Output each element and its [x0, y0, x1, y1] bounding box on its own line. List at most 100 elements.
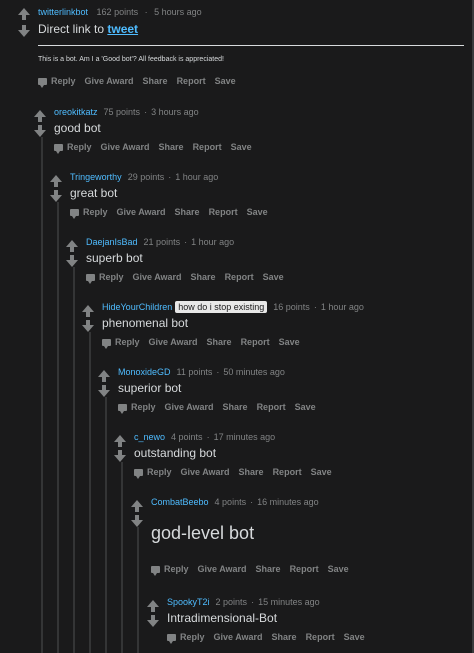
username[interactable]: oreokitkatz	[54, 107, 98, 117]
timestamp[interactable]: 5 hours ago	[154, 7, 202, 17]
upvote-stem	[118, 442, 122, 447]
points: 162 points	[96, 7, 139, 17]
timestamp[interactable]: 1 hour ago	[191, 237, 234, 247]
downvote-icon[interactable]	[114, 455, 126, 462]
username[interactable]: MonoxideGD	[118, 367, 171, 377]
report-button[interactable]: Report	[225, 272, 254, 282]
upvote-icon[interactable]	[34, 110, 46, 117]
tweet-link[interactable]: tweet	[107, 22, 138, 36]
upvote-icon[interactable]	[18, 8, 30, 15]
report-button[interactable]: Report	[241, 337, 270, 347]
reply-button[interactable]: Reply	[54, 142, 92, 154]
username[interactable]: twitterlinkbot	[38, 7, 88, 17]
save-button[interactable]: Save	[215, 76, 236, 86]
save-button[interactable]: Save	[328, 564, 349, 574]
upvote-icon[interactable]	[114, 435, 126, 442]
downvote-icon[interactable]	[147, 620, 159, 627]
reply-button[interactable]: Reply	[70, 207, 108, 219]
thread-line[interactable]	[41, 137, 43, 653]
report-button[interactable]: Report	[193, 142, 222, 152]
save-button[interactable]: Save	[311, 467, 332, 477]
report-button[interactable]: Report	[306, 632, 335, 642]
give-award-button[interactable]: Give Award	[117, 207, 166, 217]
share-button[interactable]: Share	[191, 272, 216, 282]
username[interactable]: CombatBeebo	[151, 497, 209, 507]
thread-line[interactable]	[105, 397, 107, 653]
reply-button[interactable]: Reply	[118, 402, 156, 414]
report-button[interactable]: Report	[177, 76, 206, 86]
separator: ·	[216, 367, 220, 377]
downvote-icon[interactable]	[66, 260, 78, 267]
save-button[interactable]: Save	[344, 632, 365, 642]
downvote-stem	[54, 190, 58, 195]
timestamp[interactable]: 16 minutes ago	[257, 497, 319, 507]
report-button[interactable]: Report	[273, 467, 302, 477]
reply-button[interactable]: Reply	[151, 564, 189, 576]
username[interactable]: c_newo	[134, 432, 165, 442]
give-award-button[interactable]: Give Award	[85, 76, 134, 86]
username[interactable]: Tringeworthy	[70, 172, 122, 182]
report-button[interactable]: Report	[209, 207, 238, 217]
downvote-icon[interactable]	[34, 130, 46, 137]
username[interactable]: SpookyT2i	[167, 597, 210, 607]
timestamp[interactable]: 1 hour ago	[321, 302, 364, 312]
give-award-button[interactable]: Give Award	[214, 632, 263, 642]
thread-line[interactable]	[121, 462, 123, 653]
reply-button[interactable]: Reply	[38, 76, 76, 88]
downvote-stem	[135, 515, 139, 520]
reply-button[interactable]: Reply	[167, 632, 205, 644]
give-award-button[interactable]: Give Award	[133, 272, 182, 282]
reply-button[interactable]: Reply	[86, 272, 124, 284]
share-button[interactable]: Share	[143, 76, 168, 86]
timestamp[interactable]: 17 minutes ago	[214, 432, 276, 442]
upvote-icon[interactable]	[66, 240, 78, 247]
share-button[interactable]: Share	[272, 632, 297, 642]
downvote-icon[interactable]	[131, 520, 143, 527]
timestamp[interactable]: 50 minutes ago	[223, 367, 285, 377]
report-button[interactable]: Report	[290, 564, 319, 574]
upvote-icon[interactable]	[82, 305, 94, 312]
reply-button[interactable]: Reply	[102, 337, 140, 349]
timestamp[interactable]: 1 hour ago	[175, 172, 218, 182]
upvote-icon[interactable]	[147, 600, 159, 607]
user-flair: how do i stop existing	[175, 301, 268, 313]
save-button[interactable]: Save	[295, 402, 316, 412]
downvote-icon[interactable]	[18, 30, 30, 37]
username[interactable]: HideYourChildren	[102, 302, 172, 312]
thread-line[interactable]	[73, 267, 75, 653]
save-button[interactable]: Save	[247, 207, 268, 217]
give-award-button[interactable]: Give Award	[149, 337, 198, 347]
save-button[interactable]: Save	[231, 142, 252, 152]
timestamp[interactable]: 15 minutes ago	[258, 597, 320, 607]
share-button[interactable]: Share	[239, 467, 264, 477]
give-award-button[interactable]: Give Award	[198, 564, 247, 574]
username[interactable]: DaejanIsBad	[86, 237, 138, 247]
share-button[interactable]: Share	[175, 207, 200, 217]
share-button[interactable]: Share	[207, 337, 232, 347]
thread-line[interactable]	[137, 527, 139, 653]
upvote-icon[interactable]	[131, 500, 143, 507]
thread-line[interactable]	[57, 202, 59, 653]
separator: ·	[144, 107, 148, 117]
share-button[interactable]: Share	[159, 142, 184, 152]
give-award-button[interactable]: Give Award	[101, 142, 150, 152]
save-button[interactable]: Save	[279, 337, 300, 347]
timestamp[interactable]: 3 hours ago	[151, 107, 199, 117]
upvote-icon[interactable]	[98, 370, 110, 377]
reply-button[interactable]: Reply	[134, 467, 172, 479]
reply-icon	[38, 78, 47, 88]
downvote-icon[interactable]	[98, 390, 110, 397]
downvote-icon[interactable]	[50, 195, 62, 202]
comment-body: Intradimensional-Bot	[167, 611, 278, 625]
give-award-button[interactable]: Give Award	[181, 467, 230, 477]
share-button[interactable]: Share	[256, 564, 281, 574]
comment-body: god-level bot	[151, 523, 255, 543]
save-button[interactable]: Save	[263, 272, 284, 282]
upvote-icon[interactable]	[50, 175, 62, 182]
thread-line[interactable]	[89, 332, 91, 653]
give-award-button[interactable]: Give Award	[165, 402, 214, 412]
downvote-icon[interactable]	[82, 325, 94, 332]
report-button[interactable]: Report	[257, 402, 286, 412]
comment-actions: Reply Give Award Share Report Save	[118, 402, 325, 414]
share-button[interactable]: Share	[223, 402, 248, 412]
